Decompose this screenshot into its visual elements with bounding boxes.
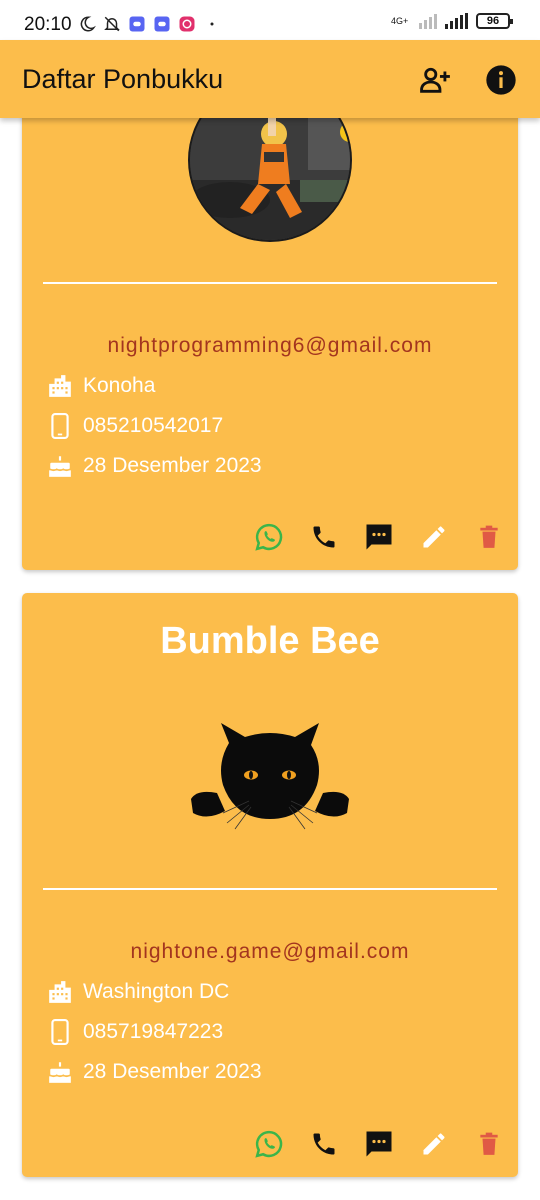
cake-icon: [46, 1058, 74, 1086]
divider: [43, 282, 497, 284]
status-time: 20:10: [24, 14, 72, 35]
instagram-icon: [179, 16, 195, 32]
whatsapp-icon: [254, 1130, 282, 1158]
delete-icon: [479, 1132, 498, 1155]
divider: [43, 888, 497, 890]
network-type: 4G+: [391, 15, 409, 26]
contact-birthday: 28 Desember 2023: [83, 454, 262, 477]
dot-icon: [210, 22, 214, 26]
contact-card[interactable]: nightprogramming6@gmail.com Konoha 08521…: [22, 118, 518, 570]
contact-phone: 085719847223: [83, 1020, 224, 1043]
contact-email[interactable]: nightprogramming6@gmail.com: [22, 334, 518, 358]
contact-birthday: 28 Desember 2023: [83, 1060, 262, 1083]
bell-off-icon: [104, 16, 120, 32]
discord-icon: [129, 16, 145, 32]
phone-row: 085719847223: [46, 1016, 223, 1048]
status-bar: 20:10 4G+ 96: [0, 0, 540, 40]
call-button[interactable]: [308, 1128, 339, 1159]
whatsapp-button[interactable]: [253, 1128, 284, 1159]
info-button[interactable]: [483, 62, 519, 98]
naruto-figure-image: [190, 118, 350, 240]
city-icon: [46, 978, 74, 1006]
whatsapp-button[interactable]: [253, 521, 284, 552]
app-title: Daftar Ponbukku: [22, 64, 224, 94]
message-icon: [366, 1131, 391, 1156]
delete-button[interactable]: [473, 1128, 504, 1159]
delete-icon: [479, 525, 498, 548]
delete-button[interactable]: [473, 521, 504, 552]
message-button[interactable]: [363, 1128, 394, 1159]
notification-icons: [78, 15, 221, 33]
add-contact-button[interactable]: [417, 62, 453, 98]
contact-actions: [253, 1128, 504, 1159]
city-row: Konoha: [46, 370, 155, 402]
signal-icon: [419, 13, 437, 29]
contact-email[interactable]: nightone.game@gmail.com: [22, 940, 518, 964]
smartphone-icon: [46, 412, 74, 440]
city-icon: [46, 372, 74, 400]
phone-row: 085210542017: [46, 410, 223, 442]
moon-icon: [80, 16, 96, 32]
contact-actions: [253, 521, 504, 552]
battery-icon: 96: [476, 13, 513, 29]
phone-icon: [313, 526, 334, 547]
contact-photo: [188, 118, 352, 242]
contact-name: Bumble Bee: [160, 620, 380, 662]
message-icon: [366, 524, 391, 549]
add-contact-icon: [420, 67, 450, 93]
edit-icon: [423, 525, 444, 547]
contact-city: Konoha: [83, 374, 156, 397]
edit-button[interactable]: [418, 1128, 449, 1159]
whatsapp-icon: [254, 523, 282, 551]
contact-card[interactable]: Bumble Bee nightone.game@gmail.com Washi…: [22, 593, 518, 1177]
birthday-row: 28 Desember 2023: [46, 1056, 262, 1088]
smartphone-icon: [46, 1018, 74, 1046]
system-indicators: 4G+ 96: [391, 13, 513, 29]
contact-city: Washington DC: [83, 980, 230, 1003]
phone-icon: [313, 1133, 334, 1154]
cake-icon: [46, 452, 74, 480]
call-button[interactable]: [308, 521, 339, 552]
edit-icon: [423, 1132, 444, 1154]
edit-button[interactable]: [418, 521, 449, 552]
signal-icon: [445, 13, 468, 29]
discord-icon: [154, 16, 170, 32]
app-bar: Daftar Ponbukku: [0, 40, 540, 118]
contact-list[interactable]: nightprogramming6@gmail.com Konoha 08521…: [0, 118, 540, 1200]
black-cat-image: [191, 723, 349, 830]
birthday-row: 28 Desember 2023: [46, 450, 262, 482]
city-row: Washington DC: [46, 976, 229, 1008]
info-icon: [486, 65, 516, 95]
message-button[interactable]: [363, 521, 394, 552]
contact-phone: 085210542017: [83, 414, 224, 437]
